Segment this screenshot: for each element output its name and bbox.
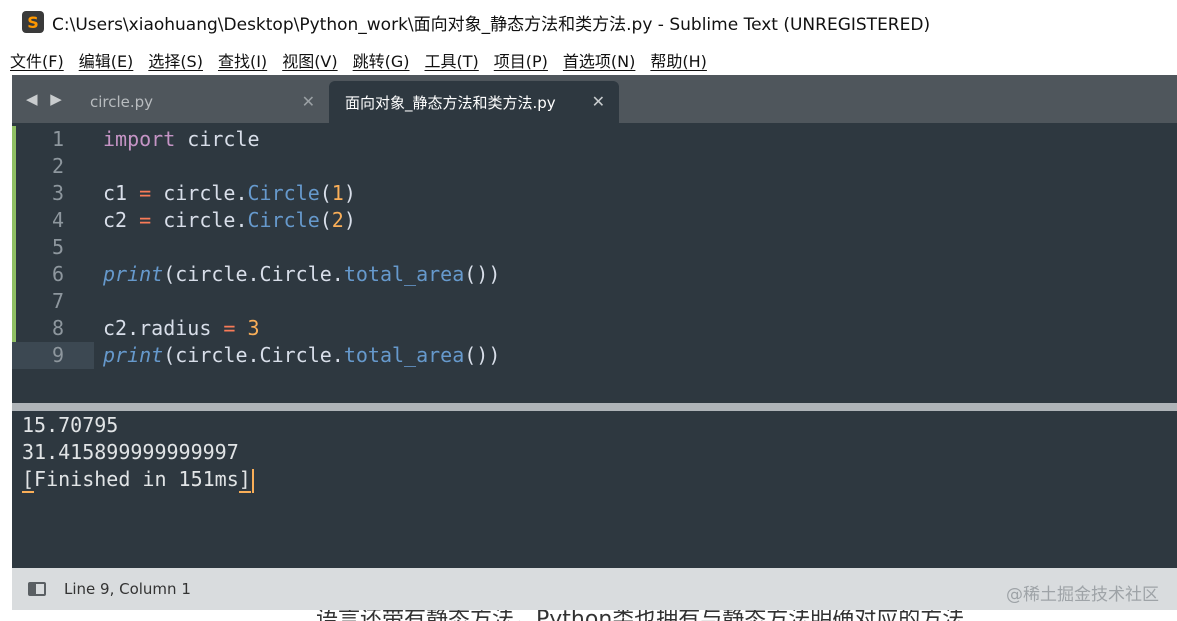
line-number: 9 xyxy=(12,342,94,369)
menu-preferences[interactable]: 首选项(N) xyxy=(563,48,635,72)
line-number: 5 xyxy=(51,235,64,259)
status-bar: Line 9, Column 1 @稀土掘金技术社区 xyxy=(12,568,1177,610)
code-text: import circle xyxy=(103,127,260,151)
panel-splitter[interactable] xyxy=(12,403,1177,411)
output-finished-line: [Finished in 151ms] xyxy=(22,466,254,493)
line-number: 8 xyxy=(51,316,64,340)
show-panel-icon[interactable] xyxy=(28,582,46,596)
sublime-logo-icon: S xyxy=(22,11,44,33)
title-bar: S C:\Users\xiaohuang\Desktop\Python_work… xyxy=(0,0,1177,44)
close-icon[interactable]: ✕ xyxy=(592,92,605,111)
code-line[interactable]: 2 xyxy=(12,153,1177,180)
code-line[interactable]: 8 c2.radius = 3 xyxy=(12,315,1177,342)
tab-circle-py[interactable]: circle.py ✕ xyxy=(74,81,329,123)
menu-file[interactable]: 文件(F) xyxy=(10,48,64,72)
line-number: 4 xyxy=(51,208,64,232)
cursor-position: Line 9, Column 1 xyxy=(64,580,191,598)
tab-label: 面向对象_静态方法和类方法.py xyxy=(345,93,556,112)
menu-project[interactable]: 项目(P) xyxy=(494,48,548,72)
line-number: 6 xyxy=(51,262,64,286)
text-cursor xyxy=(251,468,254,493)
code-line[interactable]: 4 c2 = circle.Circle(2) xyxy=(12,207,1177,234)
background-text: 语言还带有静态方法，Python类也拥有与静态方法明确对应的方法 xyxy=(316,610,964,621)
finished-text: Finished in 151ms xyxy=(34,467,239,491)
tab-bar: ◀ ▶ circle.py ✕ 面向对象_静态方法和类方法.py ✕ xyxy=(12,75,1177,123)
menu-goto[interactable]: 跳转(G) xyxy=(353,48,410,72)
menu-view[interactable]: 视图(V) xyxy=(282,48,337,72)
code-text: print(circle.Circle.total_area()) xyxy=(103,343,501,367)
code-line[interactable]: 3 c1 = circle.Circle(1) xyxy=(12,180,1177,207)
code-line[interactable]: 6 print(circle.Circle.total_area()) xyxy=(12,261,1177,288)
code-line[interactable]: 7 xyxy=(12,288,1177,315)
menu-tools[interactable]: 工具(T) xyxy=(425,48,479,72)
line-number: 7 xyxy=(51,289,64,313)
tab-active-file[interactable]: 面向对象_静态方法和类方法.py ✕ xyxy=(329,81,619,123)
build-output-panel[interactable]: 15.70795 31.415899999999997 [Finished in… xyxy=(12,411,1177,568)
code-text: print(circle.Circle.total_area()) xyxy=(103,262,501,286)
code-line-current[interactable]: 9 print(circle.Circle.total_area()) xyxy=(12,342,1177,369)
background-page-strip: 语言还带有静态方法，Python类也拥有与静态方法明确对应的方法 xyxy=(0,610,1177,621)
code-line[interactable]: 1 import circle xyxy=(12,126,1177,153)
code-text: c1 = circle.Circle(1) xyxy=(103,181,356,205)
close-bracket: ] xyxy=(238,467,251,493)
tab-label: circle.py xyxy=(90,93,154,111)
line-number: 2 xyxy=(51,154,64,178)
close-icon[interactable]: ✕ xyxy=(302,92,315,111)
code-line[interactable]: 5 xyxy=(12,234,1177,261)
line-number: 1 xyxy=(51,127,64,151)
watermark: @稀土掘金技术社区 xyxy=(1006,585,1159,605)
code-text: c2.radius = 3 xyxy=(103,316,260,340)
editor-bottom-space xyxy=(12,371,1177,403)
menu-find[interactable]: 查找(I) xyxy=(218,48,267,72)
menu-selection[interactable]: 选择(S) xyxy=(148,48,203,72)
code-text: c2 = circle.Circle(2) xyxy=(103,208,356,232)
open-bracket: [ xyxy=(22,467,35,493)
window-title: C:\Users\xiaohuang\Desktop\Python_work\面… xyxy=(52,14,931,35)
output-line: 15.70795 xyxy=(22,413,119,437)
code-editor[interactable]: 1 import circle 2 3 c1 = circle.Circle(1… xyxy=(12,123,1177,371)
menu-bar: 文件(F) 编辑(E) 选择(S) 查找(I) 视图(V) 跳转(G) 工具(T… xyxy=(0,44,1177,75)
menu-help[interactable]: 帮助(H) xyxy=(650,48,707,72)
output-line: 31.415899999999997 xyxy=(22,440,239,464)
menu-edit[interactable]: 编辑(E) xyxy=(79,48,134,72)
tab-nav-arrows-icon[interactable]: ◀ ▶ xyxy=(26,90,66,108)
line-number: 3 xyxy=(51,181,64,205)
